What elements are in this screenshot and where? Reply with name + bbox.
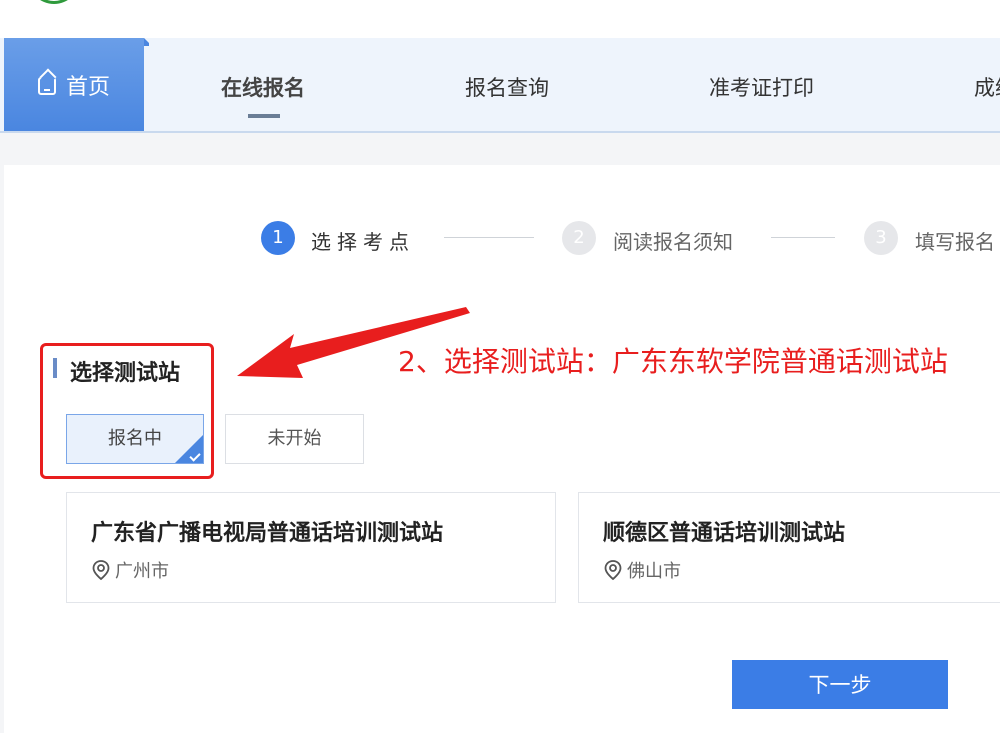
station-location: 广州市 — [91, 557, 169, 583]
station-city: 佛山市 — [627, 561, 681, 582]
station-name: 广东省广播电视局普通话培训测试站 — [91, 521, 444, 546]
station-card[interactable]: 广东省广播电视局普通话培训测试站 广州市 — [66, 492, 556, 603]
station-card[interactable]: 顺德区普通话培训测试站 佛山市 — [578, 492, 1000, 603]
station-name: 顺德区普通话培训测试站 — [603, 521, 846, 546]
next-step-button[interactable]: 下一步 — [732, 660, 948, 709]
annotation-text: 2、选择测试站：广东东软学院普通话测试站 — [398, 345, 948, 378]
station-location: 佛山市 — [603, 557, 681, 583]
location-pin-icon — [92, 560, 110, 581]
location-pin-icon — [604, 560, 622, 581]
station-city: 广州市 — [115, 561, 169, 582]
